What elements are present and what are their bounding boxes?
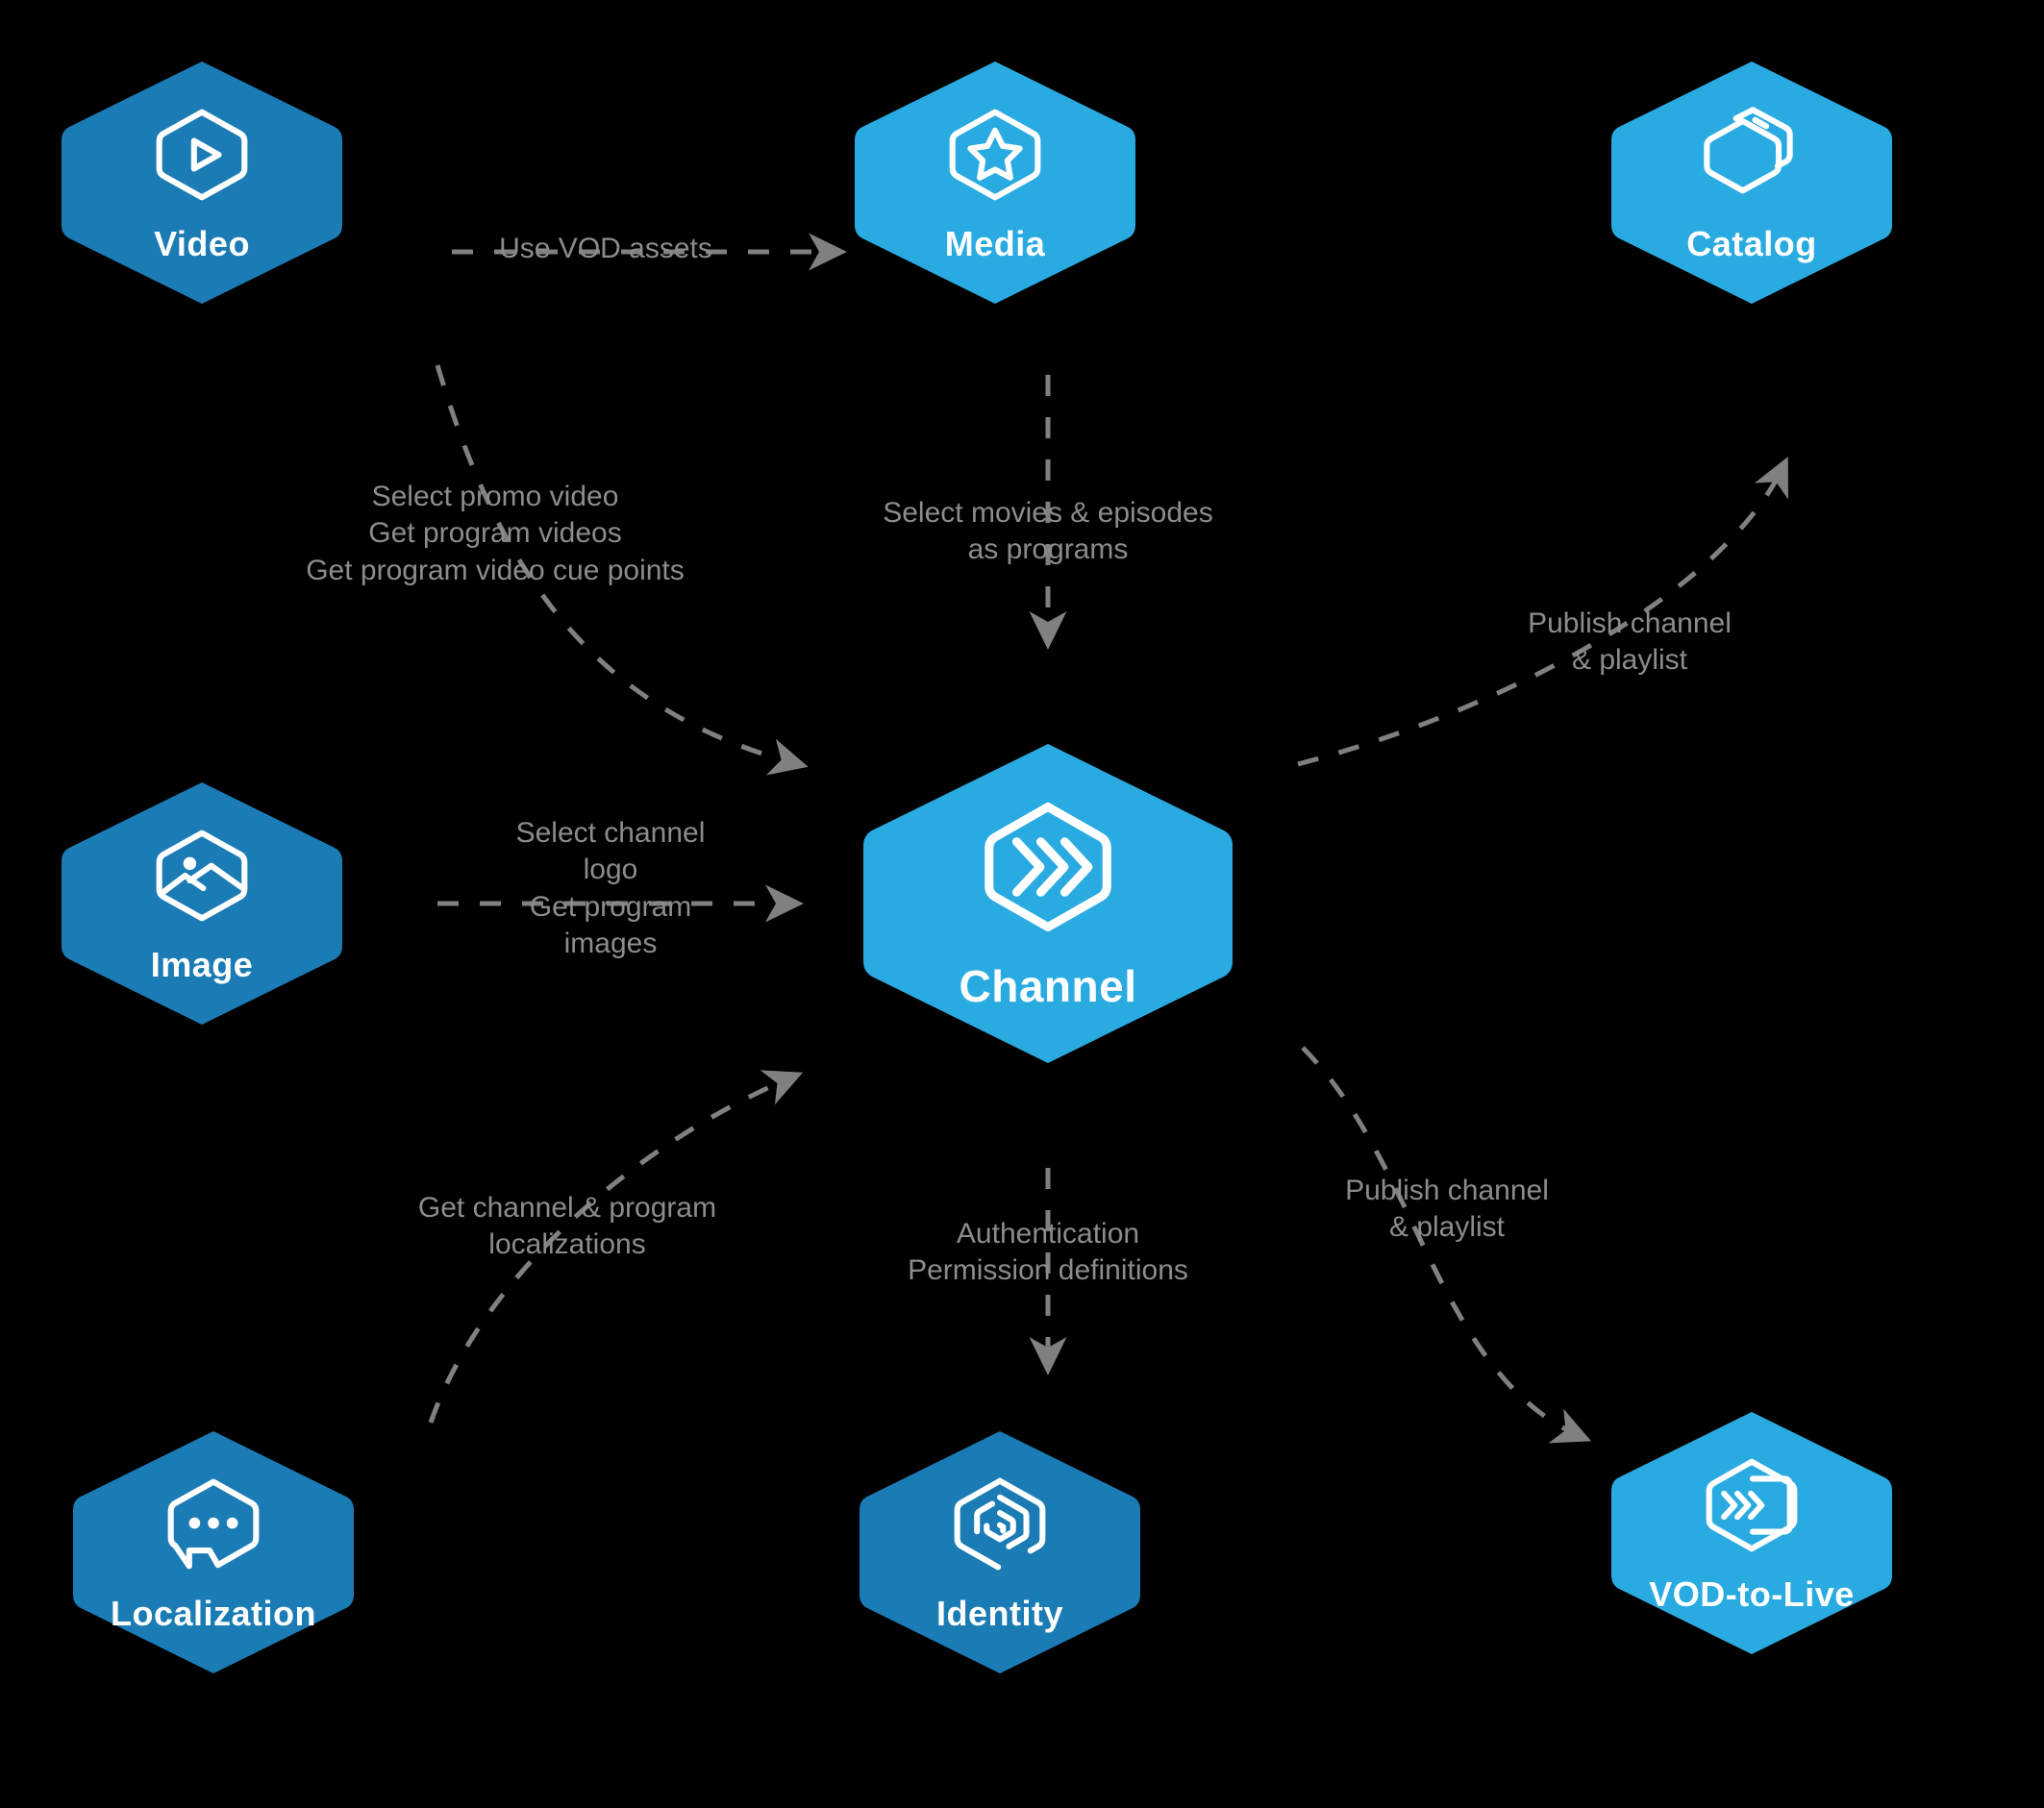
node-video[interactable]: Video (58, 58, 346, 308)
fingerprint-hexagon-icon (946, 1471, 1054, 1578)
play-hexagon-icon (148, 101, 256, 209)
edge-label-video-media: Use VOD assets (499, 233, 712, 264)
edge-label-image-channel: Select channel logo Get program images (515, 817, 706, 960)
edge-label-video-channel: Select promo video Get program videos Ge… (306, 481, 685, 586)
edge-label-channel-catalog: Publish channel & playlist (1528, 607, 1732, 677)
node-identity[interactable]: Identity (856, 1427, 1144, 1677)
node-media[interactable]: Media (851, 58, 1139, 308)
node-label-channel: Channel (959, 961, 1137, 1011)
node-label-image: Image (150, 945, 254, 984)
node-image[interactable]: Image (58, 779, 346, 1028)
node-localization[interactable]: Localization (69, 1427, 358, 1677)
node-vodtolive[interactable]: VOD-to-Live (1608, 1408, 1896, 1658)
node-label-localization: Localization (110, 1594, 317, 1633)
stacked-boxes-icon (1698, 101, 1806, 209)
picture-hexagon-icon (148, 822, 256, 929)
node-label-identity: Identity (935, 1594, 1063, 1633)
edge-label-localization-channel: Get channel & program localizations (417, 1192, 717, 1261)
node-catalog[interactable]: Catalog (1608, 58, 1896, 308)
edge-label-media-channel: Select movies & episodes as programs (883, 497, 1213, 566)
node-label-video: Video (154, 224, 250, 263)
speech-bubble-dots-icon (160, 1471, 267, 1578)
diagram-canvas: Use VOD assets Select promo video Get pr… (0, 0, 2044, 1808)
edge-label-channel-identity: Authentication Permission definitions (908, 1218, 1188, 1287)
node-label-catalog: Catalog (1686, 224, 1817, 263)
vod-to-live-icon (1698, 1451, 1806, 1559)
node-label-media: Media (944, 224, 1046, 263)
node-channel[interactable]: Channel (860, 740, 1236, 1067)
star-hexagon-icon (941, 101, 1049, 209)
chevrons-hexagon-icon (976, 795, 1120, 939)
edge-label-channel-vodtolive: Publish channel & playlist (1345, 1175, 1549, 1244)
node-label-vodtolive: VOD-to-Live (1649, 1574, 1855, 1614)
